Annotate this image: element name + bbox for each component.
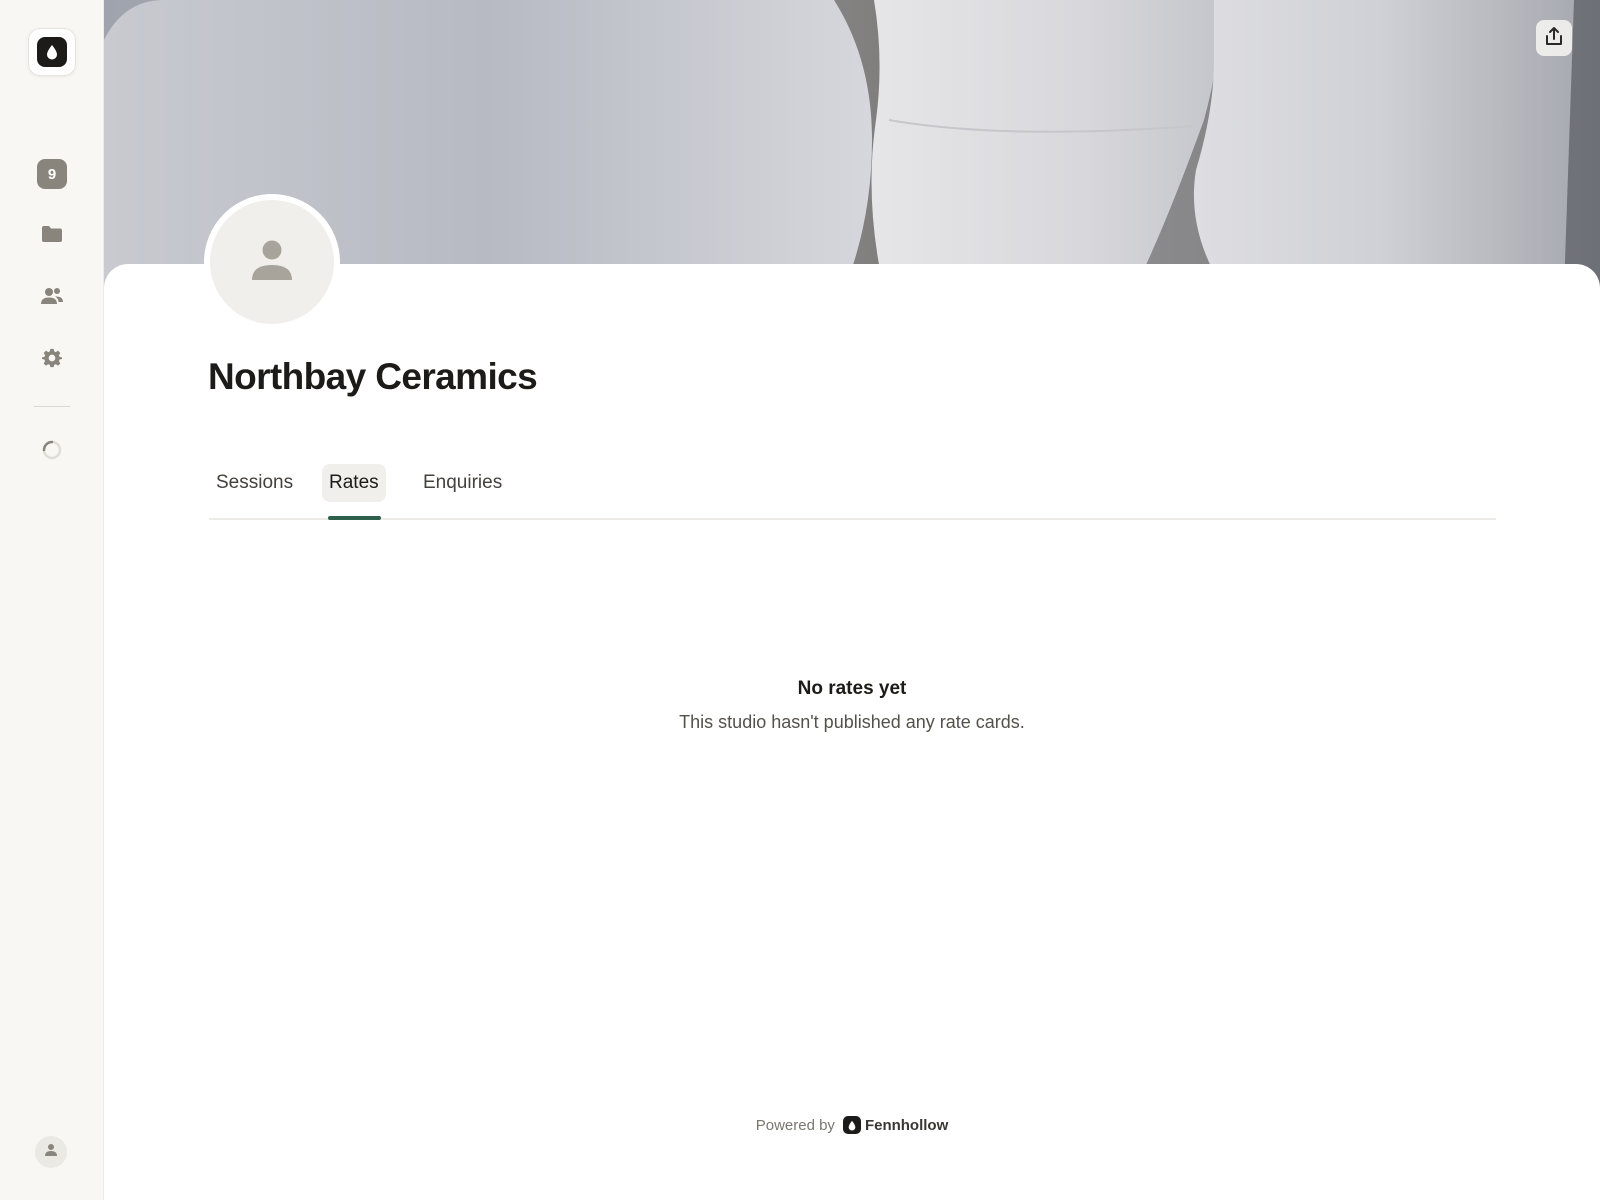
tab-enquiries[interactable]: Enquiries [416,464,509,502]
users-icon [40,286,64,311]
droplet-icon [37,37,67,67]
sidebar-item-notifications[interactable]: 9 [36,158,68,190]
account-avatar-button[interactable] [35,1136,67,1168]
active-tab-indicator [328,516,381,520]
tab-rates[interactable]: Rates [322,464,386,502]
loading-spinner-icon [41,439,63,466]
share-upload-icon [1545,26,1563,51]
brand-link[interactable]: Fennhollow [865,1117,948,1134]
share-button[interactable] [1536,20,1572,56]
user-placeholder-icon [250,238,294,287]
page-title: Northbay Ceramics [208,356,538,397]
powered-by-label: Powered by [755,1116,835,1134]
sidebar-item-projects[interactable] [36,220,68,252]
sidebar-item-settings[interactable] [36,344,68,376]
profile-tabs: Sessions Rates Enquiries [209,464,1496,520]
folder-icon [41,225,63,248]
sidebar-divider [34,406,70,407]
studio-avatar [204,194,340,330]
sidebar-item-people[interactable] [36,282,68,314]
empty-state-title: No rates yet [797,678,907,699]
notification-count-badge: 9 [37,159,67,189]
app-logo-button[interactable] [28,28,76,76]
sidebar-item-status[interactable] [36,436,68,468]
gear-icon [42,348,62,373]
brand-droplet-icon [842,1116,861,1134]
empty-state-message: This studio hasn't published any rate ca… [679,712,1025,732]
tab-sessions[interactable]: Sessions [209,464,300,502]
user-icon [44,1143,58,1162]
sidebar: 9 [0,0,104,1200]
footer: Powered by Fennhollow [104,1116,1600,1134]
